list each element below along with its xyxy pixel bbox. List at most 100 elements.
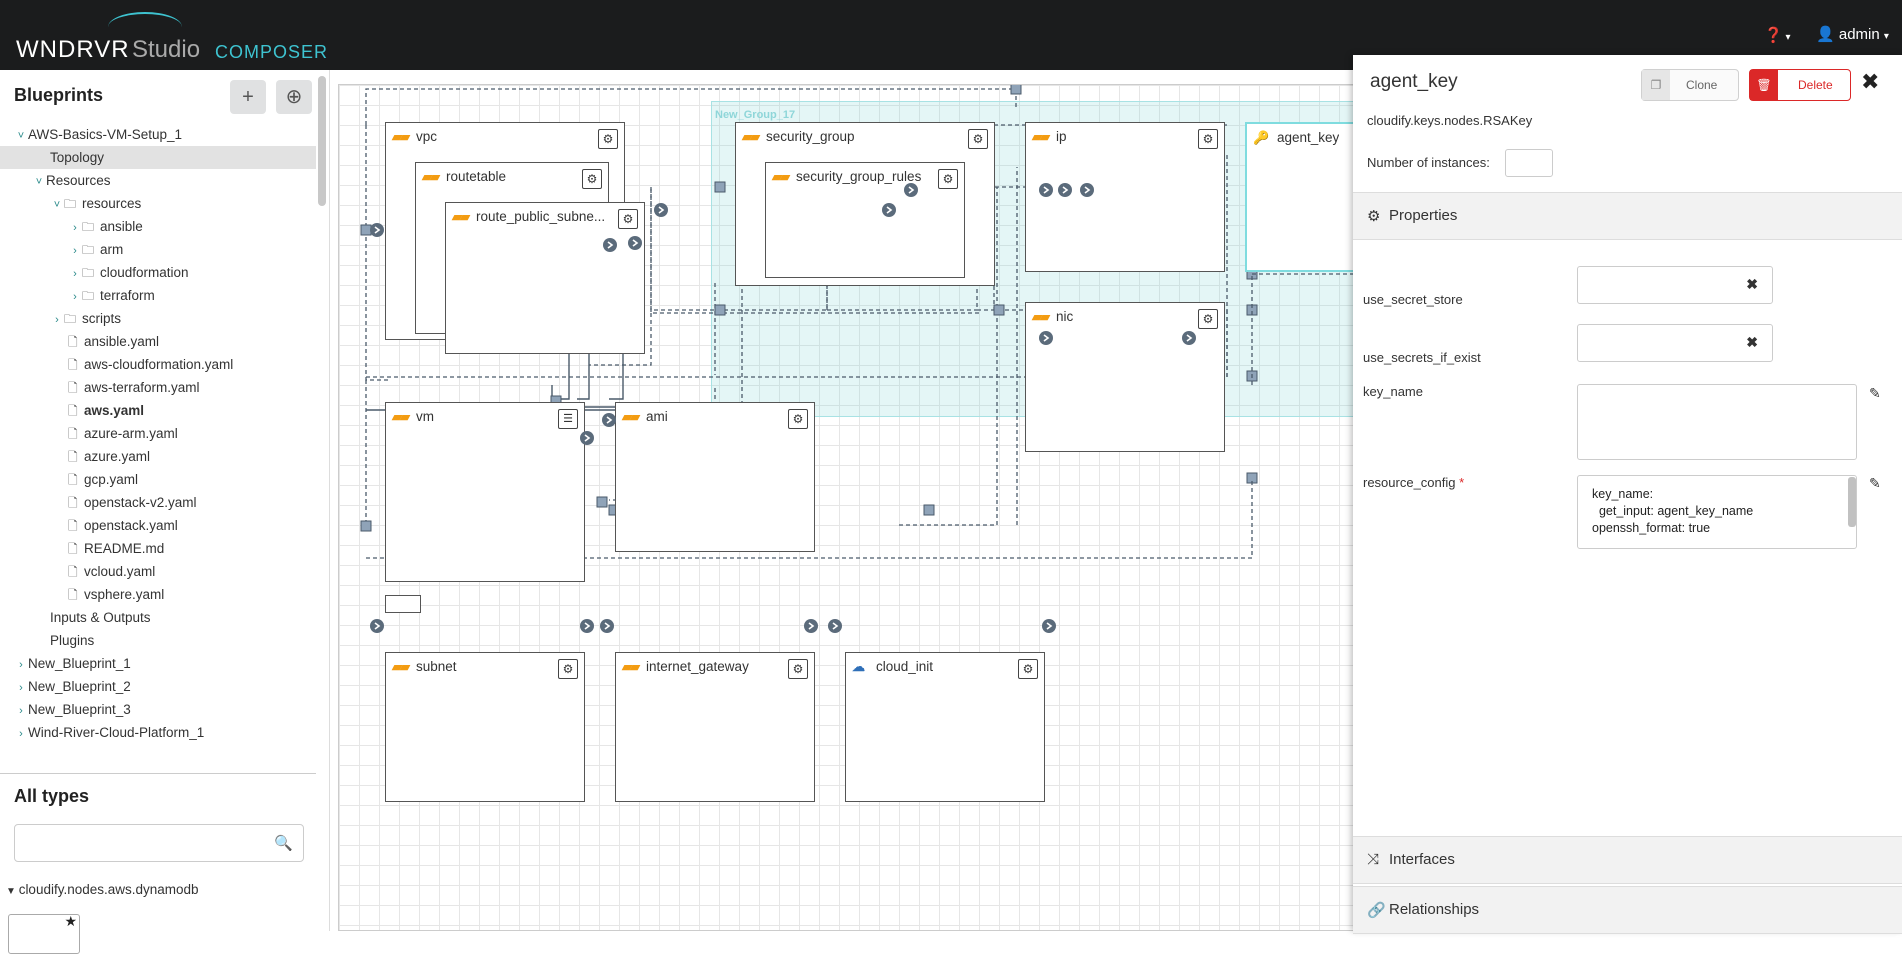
connector-arrow-icon[interactable] (602, 413, 616, 427)
tree-item[interactable]: 🗋 aws.yaml (0, 399, 316, 422)
connector-arrow-icon[interactable] (580, 619, 594, 633)
tree-item[interactable]: Topology (0, 146, 316, 169)
tree-item-label: vsphere.yaml (84, 587, 165, 602)
tree-item[interactable]: 🗋 gcp.yaml (0, 468, 316, 491)
tree-item[interactable]: 🗋 ansible.yaml (0, 330, 316, 353)
connector-arrow-icon[interactable] (370, 223, 384, 237)
connector-arrow-icon[interactable] (580, 431, 594, 445)
connector-arrow-icon[interactable] (603, 238, 617, 252)
tree-item[interactable]: 🗋 vcloud.yaml (0, 560, 316, 583)
use-secrets-if-exist-field[interactable]: ✖ (1577, 324, 1773, 362)
tree-item[interactable]: › 🗀 arm (0, 238, 316, 261)
connector-arrow-icon[interactable] (904, 183, 918, 197)
types-search-input[interactable]: 🔍 (14, 824, 304, 862)
add-blueprint-button[interactable]: + (230, 80, 266, 114)
copy-icon: ❐ (1642, 70, 1670, 100)
divider (0, 773, 316, 774)
file-icon: 🗋 (68, 542, 78, 556)
chevron-right-icon[interactable]: › (68, 217, 82, 240)
tree-item[interactable]: Inputs & Outputs (0, 606, 316, 629)
chevron-right-icon[interactable]: › (68, 240, 82, 263)
key-name-field[interactable] (1577, 384, 1857, 460)
tree-item[interactable]: ˅ 🗀 resources (0, 192, 316, 215)
connector-arrow-icon[interactable] (1039, 183, 1053, 197)
connector-arrow-icon[interactable] (600, 619, 614, 633)
sidebar-scrollbar[interactable] (318, 76, 326, 206)
user-menu[interactable]: 👤 admin ▾ (1816, 25, 1889, 43)
tree-item[interactable]: ˅ AWS-Basics-VM-Setup_1 (0, 123, 316, 146)
tree-item-label: README.md (84, 541, 165, 556)
type-item-dynamodb[interactable]: ▼ cloudify.nodes.aws.dynamodb (6, 882, 199, 897)
clear-icon[interactable]: ✖ (1746, 334, 1758, 351)
chevron-right-icon[interactable]: › (50, 309, 64, 332)
textarea-scrollbar[interactable] (1848, 477, 1856, 527)
blueprint-tree: ˅ AWS-Basics-VM-Setup_1 Topology ˅ Resources… (0, 123, 316, 744)
tree-item[interactable]: ˅ Resources (0, 169, 316, 192)
import-blueprint-button[interactable]: ⊕ (276, 80, 312, 114)
help-menu[interactable]: ❓ ▾ (1764, 26, 1791, 44)
tree-item[interactable]: › 🗀 ansible (0, 215, 316, 238)
connector-arrow-icon[interactable] (1182, 331, 1196, 345)
tree-item[interactable]: › 🗀 terraform (0, 284, 316, 307)
tree-item-label: New_Blueprint_2 (28, 679, 131, 694)
chevron-right-icon[interactable]: › (14, 723, 28, 746)
properties-section[interactable]: ⚙ Properties (1353, 192, 1902, 240)
edit-icon[interactable]: ✎ (1869, 385, 1881, 402)
connector-arrow-icon[interactable] (1058, 183, 1072, 197)
tree-item[interactable]: › 🗀 cloudformation (0, 261, 316, 284)
connector-arrow-icon[interactable] (628, 236, 642, 250)
interfaces-section[interactable]: ⤨ Interfaces (1353, 836, 1902, 884)
resource-config-field[interactable]: key_name: get_input: agent_key_name open… (1577, 475, 1857, 549)
tree-item[interactable]: › New_Blueprint_1 (0, 652, 316, 675)
connector-arrow-icon[interactable] (1080, 183, 1094, 197)
chevron-down-icon[interactable]: ˅ (14, 125, 28, 148)
folder-icon: 🗀 (82, 243, 95, 257)
type-card[interactable]: ★ (8, 913, 80, 954)
connector-arrow-icon[interactable] (370, 619, 384, 633)
file-icon: 🗋 (68, 496, 78, 510)
tree-item[interactable]: 🗋 openstack-v2.yaml (0, 491, 316, 514)
chevron-right-icon[interactable]: › (14, 677, 28, 700)
chevron-down-icon[interactable]: ˅ (50, 194, 64, 217)
clone-button[interactable]: ❐ Clone (1641, 69, 1739, 101)
connector-arrow-icon[interactable] (804, 619, 818, 633)
tree-item[interactable]: 🗋 azure-arm.yaml (0, 422, 316, 445)
folder-icon: 🗀 (64, 197, 77, 211)
tree-item[interactable]: › New_Blueprint_3 (0, 698, 316, 721)
tree-item[interactable]: › New_Blueprint_2 (0, 675, 316, 698)
chevron-right-icon[interactable]: › (14, 700, 28, 723)
connector-arrow-icon[interactable] (1039, 331, 1053, 345)
topology-canvas[interactable]: New_Group_17 ▰▰ vpc ⚙ ▰▰ routetable ⚙ ▰▰… (338, 84, 1354, 931)
chevron-right-icon[interactable]: › (68, 263, 82, 286)
delete-button[interactable]: 🗑 Delete (1749, 69, 1851, 101)
tree-item[interactable]: 🗋 azure.yaml (0, 445, 316, 468)
close-icon[interactable]: ✖ (1861, 69, 1879, 95)
tree-item[interactable]: › 🗀 scripts (0, 307, 316, 330)
properties-label: Properties (1389, 207, 1458, 224)
edit-icon[interactable]: ✎ (1869, 475, 1881, 492)
relationships-section[interactable]: 🔗 Relationships (1353, 886, 1902, 934)
shuffle-icon: ⤨ (1367, 851, 1380, 868)
tree-item[interactable]: 🗋 aws-cloudformation.yaml (0, 353, 316, 376)
tree-item[interactable]: › Wind-River-Cloud-Platform_1 (0, 721, 316, 744)
tree-item[interactable]: 🗋 README.md (0, 537, 316, 560)
connector-arrow-icon[interactable] (654, 203, 668, 217)
plus-icon: + (242, 86, 254, 108)
use-secret-store-field[interactable]: ✖ (1577, 266, 1773, 304)
connector-arrow-icon[interactable] (828, 619, 842, 633)
chevron-down-icon: ▾ (1883, 31, 1889, 42)
tree-item[interactable]: 🗋 openstack.yaml (0, 514, 316, 537)
chevron-right-icon[interactable]: › (68, 286, 82, 309)
chevron-down-icon[interactable]: ˅ (32, 171, 46, 194)
clear-icon[interactable]: ✖ (1746, 276, 1758, 293)
file-icon: 🗋 (68, 473, 78, 487)
chevron-right-icon[interactable]: › (14, 654, 28, 677)
tree-item[interactable]: 🗋 aws-terraform.yaml (0, 376, 316, 399)
all-types-title: All types (14, 786, 90, 806)
connector-arrow-icon[interactable] (882, 203, 896, 217)
tree-item[interactable]: 🗋 vsphere.yaml (0, 583, 316, 606)
connector-arrow-icon[interactable] (1042, 619, 1056, 633)
tree-item-label: resources (82, 196, 142, 211)
instances-input[interactable] (1505, 149, 1553, 177)
tree-item[interactable]: Plugins (0, 629, 316, 652)
